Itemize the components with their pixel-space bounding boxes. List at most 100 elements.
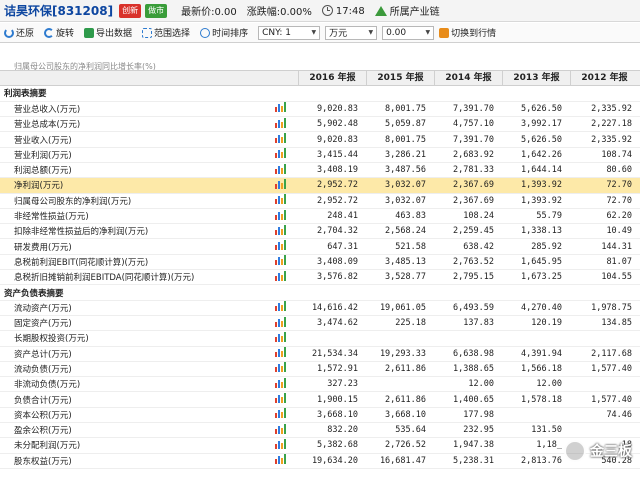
export-label: 导出数据: [96, 29, 133, 39]
row-chart-button[interactable]: [262, 177, 298, 194]
table-row[interactable]: 未分配利润(万元) 5,382.68 2,726.52 1,947.38 1,18_ 18: [0, 437, 640, 454]
row-chart-button[interactable]: [262, 238, 298, 255]
table-row[interactable]: 研发费用(万元) 647.31 521.58 638.42 285.92 144.31: [0, 238, 640, 255]
partial-row: 归属母公司股东的净利润同比增长率(%): [0, 44, 640, 71]
table-cell: 1,978.75: [570, 300, 640, 316]
column-header-2015[interactable]: 2015 年报: [366, 71, 434, 85]
table-row[interactable]: 资本公积(万元) 3,668.10 3,668.10 177.98 74.46: [0, 407, 640, 424]
table-row[interactable]: 股东权益(万元) 19,634.20 16,681.47 5,238.31 2,813.…: [0, 453, 640, 469]
time-value: 17:48: [335, 5, 365, 17]
column-header-2014[interactable]: 2014 年报: [434, 71, 502, 85]
restore-button[interactable]: 还原: [4, 26, 34, 39]
rotate-button[interactable]: 旋转: [44, 26, 74, 39]
row-label: 长期股权投资(万元): [0, 330, 262, 347]
innovation-badge: 创新: [119, 3, 142, 18]
table-cell: 8,001.75: [366, 131, 434, 148]
table-row[interactable]: 利润总额(万元) 3,408.19 3,487.56 2,781.33 1,644.14…: [0, 162, 640, 179]
table-row[interactable]: 固定资产(万元) 3,474.62 225.18 137.83 120.19 134.85: [0, 315, 640, 332]
row-chart-button[interactable]: [262, 407, 298, 424]
financial-table: 利润表摘要 营业总收入(万元) 9,020.83 8,001.75 7,391.70 5,…: [0, 68, 640, 482]
table-cell: 3,032.07: [366, 193, 434, 209]
table-row[interactable]: 非流动负债(万元) 327.23 12.00 12.00: [0, 376, 640, 393]
row-chart-button[interactable]: [262, 208, 298, 225]
decimals-select[interactable]: 0.00 ▼: [382, 25, 435, 40]
table-cell: 120.19: [502, 315, 570, 332]
row-chart-button[interactable]: [262, 131, 298, 148]
table-cell: 5,626.50: [502, 131, 570, 148]
column-header-2016[interactable]: 2016 年报: [298, 71, 366, 85]
table-cell: [366, 376, 434, 393]
row-label: 净利润(万元): [0, 177, 262, 194]
table-row[interactable]: 非经常性损益(万元) 248.41 463.83 108.24 55.79 62.20: [0, 208, 640, 225]
table-row[interactable]: 负债合计(万元) 1,900.15 2,611.86 1,400.65 1,578.18…: [0, 391, 640, 408]
table-cell: 1,388.65: [434, 361, 502, 378]
table-row[interactable]: 盈余公积(万元) 832.20 535.64 232.95 131.50: [0, 422, 640, 439]
column-header-2012[interactable]: 2012 年报: [570, 71, 638, 85]
row-chart-button[interactable]: [262, 453, 298, 469]
table-cell: 131.50: [502, 422, 570, 439]
table-row[interactable]: 归属母公司股东的净利润(万元) 2,952.72 3,032.07 2,367.69 1…: [0, 193, 640, 209]
time-sort-button[interactable]: 时间排序: [200, 26, 248, 39]
row-chart-button[interactable]: [262, 254, 298, 271]
table-cell: 1,577.40: [570, 391, 640, 408]
table-cell: 1,338.13: [502, 223, 570, 240]
bar-chart-icon: [274, 393, 286, 404]
table-cell: 647.31: [298, 238, 366, 255]
currency-select[interactable]: CNY: 1 ▼: [258, 25, 321, 40]
row-chart-button[interactable]: [262, 101, 298, 118]
table-row[interactable]: 营业总成本(万元) 5,902.48 5,059.87 4,757.10 3,992.1…: [0, 116, 640, 133]
table-row[interactable]: 资产总计(万元) 21,534.34 19,293.33 6,638.98 4,391.…: [0, 346, 640, 362]
table-cell: 3,528.77: [366, 269, 434, 286]
bar-chart-icon: [274, 377, 286, 388]
row-chart-button[interactable]: [262, 193, 298, 209]
table-cell: 1,644.14: [502, 162, 570, 179]
time-display: 17:48: [321, 4, 365, 17]
row-chart-button[interactable]: [262, 361, 298, 378]
industry-chain-link[interactable]: 所属产业链: [374, 3, 440, 18]
row-chart-button[interactable]: [262, 223, 298, 240]
range-select-button[interactable]: 范围选择: [142, 26, 190, 39]
row-chart-button[interactable]: [262, 437, 298, 454]
column-header-label: [0, 71, 298, 85]
market-maker-badge: 做市: [145, 3, 168, 18]
row-chart-button[interactable]: [262, 116, 298, 133]
table-cell: 1,393.92: [502, 177, 570, 194]
section-header-row: 利润表摘要: [0, 86, 640, 102]
row-chart-button[interactable]: [262, 162, 298, 179]
table-cell: 1,578.18: [502, 391, 570, 408]
row-label: 资产总计(万元): [0, 346, 262, 362]
row-chart-button[interactable]: [262, 330, 298, 347]
row-chart-button[interactable]: [262, 315, 298, 332]
switch-button[interactable]: 切换到行情: [439, 26, 496, 39]
table-row[interactable]: 扣除非经常性损益后的净利润(万元) 2,704.32 2,568.24 2,259.4…: [0, 223, 640, 240]
row-chart-button[interactable]: [262, 346, 298, 362]
table-cell: 81.07: [570, 254, 640, 271]
row-label: 营业总成本(万元): [0, 116, 262, 133]
table-cell: [570, 330, 640, 347]
table-cell: 2,568.24: [366, 223, 434, 240]
table-cell: 104.55: [570, 269, 640, 286]
table-row[interactable]: 流动负债(万元) 1,572.91 2,611.86 1,388.65 1,566.18…: [0, 361, 640, 378]
table-cell: 5,902.48: [298, 116, 366, 133]
export-button[interactable]: 导出数据: [84, 26, 132, 39]
table-row[interactable]: 营业总收入(万元) 9,020.83 8,001.75 7,391.70 5,626.5…: [0, 101, 640, 118]
bar-chart-icon: [274, 362, 286, 373]
table-row[interactable]: 流动资产(万元) 14,616.42 19,061.05 6,493.59 4,270.…: [0, 300, 640, 316]
column-header-2013[interactable]: 2013 年报: [502, 71, 570, 85]
chevron-down-icon: ▼: [311, 29, 317, 36]
row-chart-button[interactable]: [262, 300, 298, 316]
row-chart-button[interactable]: [262, 391, 298, 408]
table-row[interactable]: 营业利润(万元) 3,415.44 3,286.21 2,683.92 1,642.26…: [0, 147, 640, 163]
table-row[interactable]: 营业收入(万元) 9,020.83 8,001.75 7,391.70 5,626.50…: [0, 131, 640, 148]
table-row[interactable]: 长期股权投资(万元): [0, 330, 640, 347]
row-chart-button[interactable]: [262, 269, 298, 286]
table-row[interactable]: 净利润(万元) 2,952.72 3,032.07 2,367.69 1,393.92 7…: [0, 177, 640, 194]
row-chart-button[interactable]: [262, 422, 298, 439]
row-label: 资本公积(万元): [0, 407, 262, 424]
row-chart-button[interactable]: [262, 376, 298, 393]
row-label: 盈余公积(万元): [0, 422, 262, 439]
unit-select[interactable]: 万元 ▼: [325, 25, 378, 40]
row-chart-button[interactable]: [262, 147, 298, 163]
table-row[interactable]: 息税折旧摊销前利润EBITDA(同花顺计算)(万元) 3,576.82 3,528.…: [0, 269, 640, 286]
table-row[interactable]: 息税前利润EBIT(同花顺计算)(万元) 3,408.09 3,485.13 2,76…: [0, 254, 640, 271]
